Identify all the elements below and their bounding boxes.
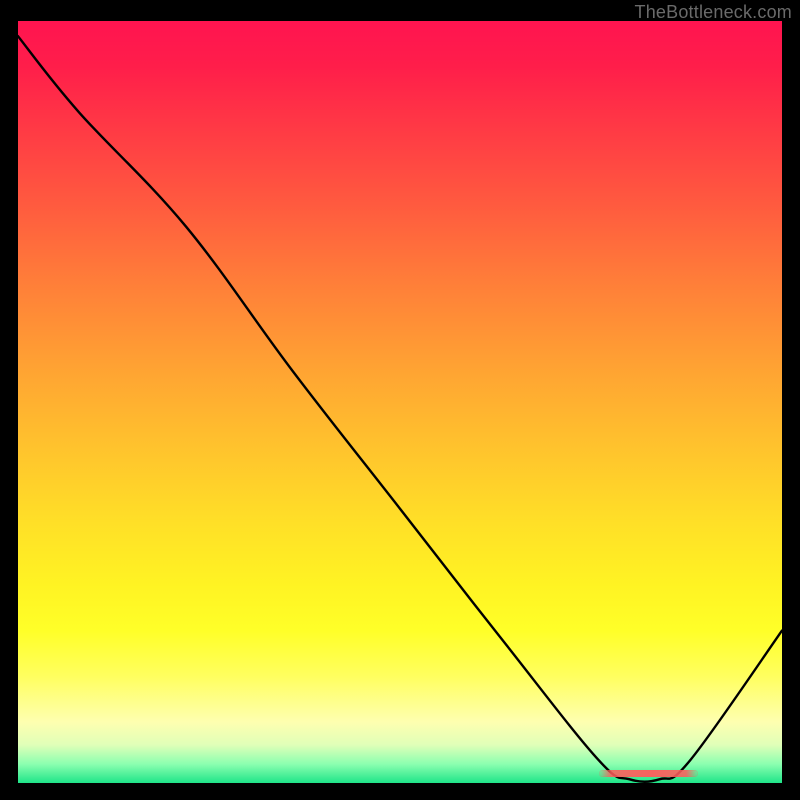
plot-area [18,21,782,783]
curve-path [18,36,782,782]
watermark-text: TheBottleneck.com [635,2,792,23]
optimal-range-marker [599,770,698,777]
bottleneck-curve [18,21,782,783]
chart-container: TheBottleneck.com [0,0,800,800]
